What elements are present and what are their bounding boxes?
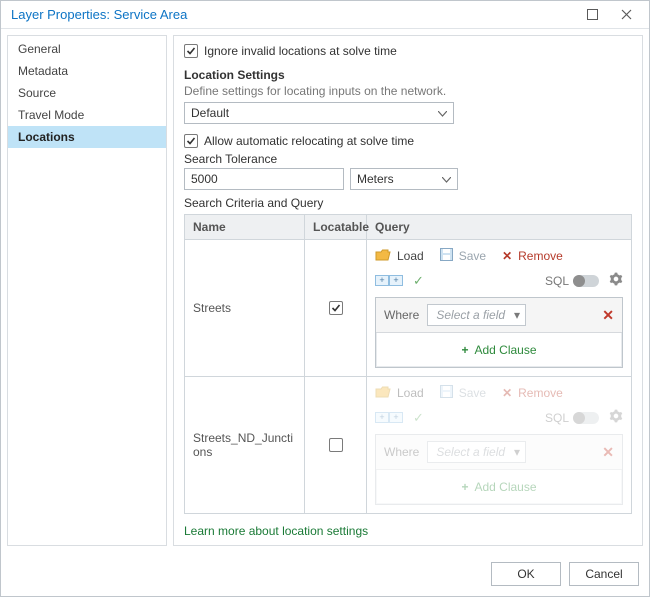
dialog-body: General Metadata Source Travel Mode Loca… <box>1 29 649 552</box>
layer-properties-dialog: Layer Properties: Service Area General M… <box>0 0 650 597</box>
row-name: Streets <box>185 240 305 376</box>
floppy-icon <box>440 248 453 264</box>
query-subbar: + + ✓ SQL <box>375 272 623 289</box>
nav-general[interactable]: General <box>8 38 166 60</box>
preset-select-value: Default <box>191 106 229 120</box>
close-button[interactable] <box>609 4 643 26</box>
sql-toggle: SQL <box>545 411 599 425</box>
folder-open-icon <box>375 386 391 401</box>
load-button: Load <box>375 386 424 401</box>
tile-icon: + <box>389 412 403 423</box>
row-name: Streets_ND_Junctions <box>185 377 305 513</box>
add-clause-button[interactable]: + Add Clause <box>376 333 622 367</box>
row-locatable <box>305 377 367 513</box>
ok-button[interactable]: OK <box>491 562 561 586</box>
layout-toggle: + + <box>375 412 403 423</box>
plus-icon: + <box>461 343 468 357</box>
toggle-icon <box>573 275 599 287</box>
search-tolerance-label: Search Tolerance <box>184 152 632 166</box>
query-toolbar: Load Save ✕ Remove <box>375 248 623 264</box>
floppy-icon <box>440 385 453 401</box>
col-locatable: Locatable <box>305 215 367 239</box>
cancel-button[interactable]: Cancel <box>569 562 639 586</box>
nav-travel-mode[interactable]: Travel Mode <box>8 104 166 126</box>
tile-icon: + <box>375 275 389 286</box>
criteria-label: Search Criteria and Query <box>184 196 632 210</box>
ignore-invalid-row: Ignore invalid locations at solve time <box>184 44 632 58</box>
field-select[interactable]: Select a field ▾ <box>427 304 526 326</box>
location-settings-title: Location Settings <box>184 68 632 82</box>
chevron-down-icon: ▾ <box>514 445 520 459</box>
table-row: Streets_ND_Junctions Load <box>185 377 631 513</box>
validate-button: ✓ <box>413 410 424 426</box>
validate-button[interactable]: ✓ <box>413 273 424 289</box>
dialog-title: Layer Properties: Service Area <box>11 7 575 22</box>
allow-relocating-label: Allow automatic relocating at solve time <box>204 134 414 148</box>
criteria-table: Name Locatable Query Streets <box>184 214 632 514</box>
dialog-footer: OK Cancel <box>1 552 649 596</box>
learn-more-link[interactable]: Learn more about location settings <box>184 524 368 538</box>
layout-toggle[interactable]: + + <box>375 275 403 286</box>
ignore-invalid-checkbox[interactable] <box>184 44 198 58</box>
where-label: Where <box>384 445 419 459</box>
table-row: Streets Load <box>185 240 631 377</box>
query-builder: Where Select a field ▾ ✕ + Add Clau <box>375 434 623 505</box>
remove-clause-button: ✕ <box>602 444 614 461</box>
where-row: Where Select a field ▾ ✕ <box>376 298 622 333</box>
remove-button: ✕ Remove <box>502 386 563 400</box>
field-select: Select a field ▾ <box>427 441 526 463</box>
save-button[interactable]: Save <box>440 248 486 264</box>
titlebar: Layer Properties: Service Area <box>1 1 649 29</box>
tile-icon: + <box>375 412 389 423</box>
save-button: Save <box>440 385 486 401</box>
criteria-header: Name Locatable Query <box>185 215 631 240</box>
nav-source[interactable]: Source <box>8 82 166 104</box>
gear-icon <box>609 409 623 426</box>
remove-x-icon: ✕ <box>502 249 512 263</box>
locatable-checkbox[interactable] <box>329 438 343 452</box>
row-query: Load Save ✕ Remove <box>367 377 631 513</box>
row-query: Load Save ✕ Remove <box>367 240 631 376</box>
remove-clause-button[interactable]: ✕ <box>602 307 614 324</box>
sql-toggle[interactable]: SQL <box>545 274 599 288</box>
allow-relocating-checkbox[interactable] <box>184 134 198 148</box>
folder-open-icon <box>375 249 391 264</box>
main-panel: Ignore invalid locations at solve time L… <box>173 35 643 546</box>
allow-relocating-row: Allow automatic relocating at solve time <box>184 134 632 148</box>
sidebar: General Metadata Source Travel Mode Loca… <box>7 35 167 546</box>
chevron-down-icon: ▾ <box>514 308 520 322</box>
query-subbar: + + ✓ SQL <box>375 409 623 426</box>
remove-button[interactable]: ✕ Remove <box>502 249 563 263</box>
query-builder: Where Select a field ▾ ✕ + Add Clau <box>375 297 623 368</box>
load-button[interactable]: Load <box>375 249 424 264</box>
chevron-down-icon <box>438 106 447 120</box>
toggle-icon <box>573 412 599 424</box>
locatable-checkbox[interactable] <box>329 301 343 315</box>
nav-locations[interactable]: Locations <box>8 126 166 148</box>
search-tolerance-input[interactable]: 5000 <box>184 168 344 190</box>
col-name: Name <box>185 215 305 239</box>
preset-select[interactable]: Default <box>184 102 454 124</box>
plus-icon: + <box>461 480 468 494</box>
remove-x-icon: ✕ <box>502 386 512 400</box>
query-toolbar: Load Save ✕ Remove <box>375 385 623 401</box>
nav-metadata[interactable]: Metadata <box>8 60 166 82</box>
chevron-down-icon <box>442 172 451 186</box>
ignore-invalid-label: Ignore invalid locations at solve time <box>204 44 397 58</box>
where-row: Where Select a field ▾ ✕ <box>376 435 622 470</box>
tile-icon: + <box>389 275 403 286</box>
maximize-button[interactable] <box>575 4 609 26</box>
where-label: Where <box>384 308 419 322</box>
location-settings-desc: Define settings for locating inputs on t… <box>184 84 632 98</box>
add-clause-button: + Add Clause <box>376 470 622 504</box>
gear-icon[interactable] <box>609 272 623 289</box>
search-tolerance-unit-select[interactable]: Meters <box>350 168 458 190</box>
col-query: Query <box>367 215 631 239</box>
row-locatable <box>305 240 367 376</box>
